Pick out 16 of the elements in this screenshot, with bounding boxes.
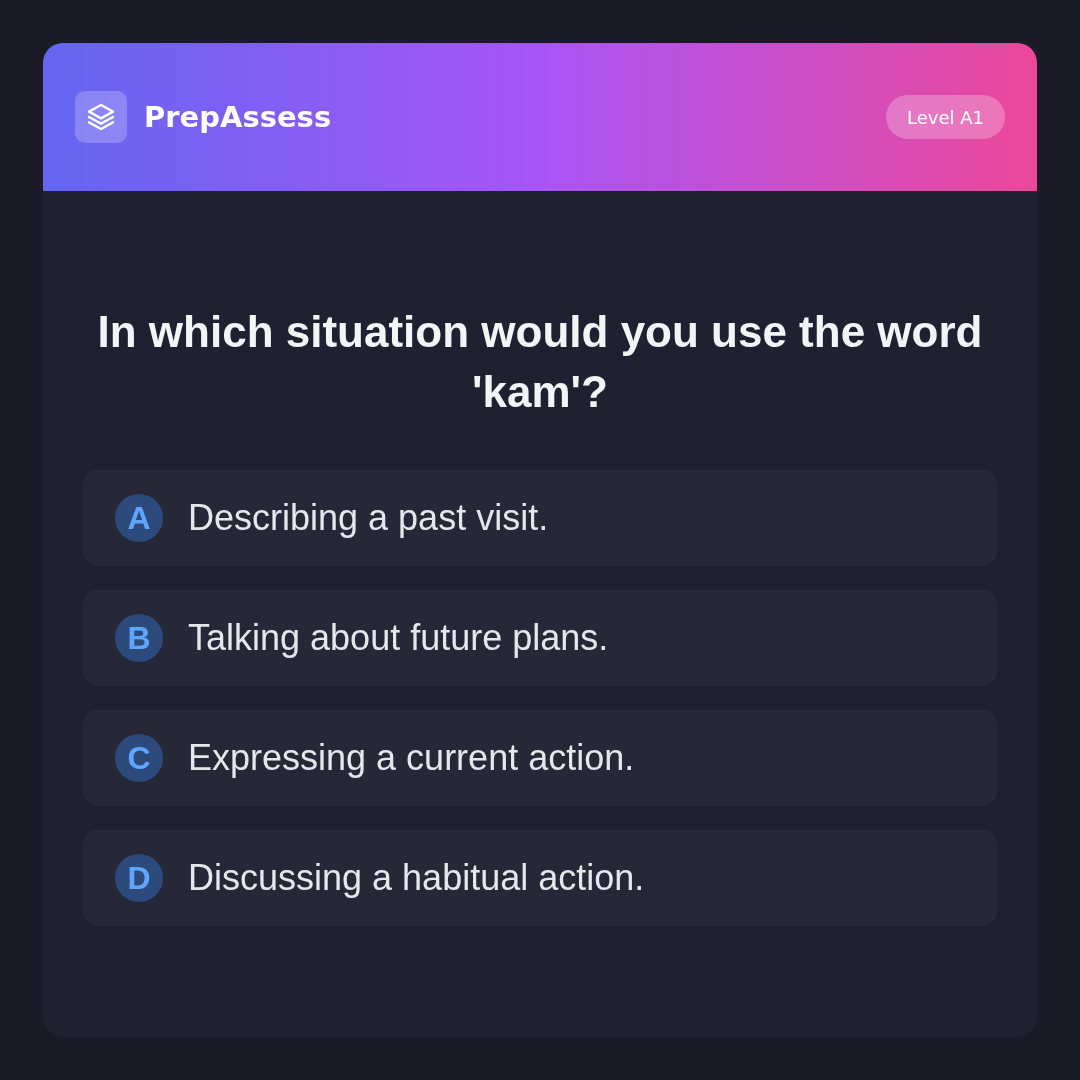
layers-logo-icon bbox=[75, 91, 127, 143]
answer-option[interactable]: C Expressing a current action. bbox=[83, 710, 997, 806]
option-letter: A bbox=[115, 494, 163, 542]
option-text: Discussing a habitual action. bbox=[188, 860, 645, 896]
answer-option[interactable]: B Talking about future plans. bbox=[83, 590, 997, 686]
option-letter: D bbox=[115, 854, 163, 902]
option-text: Describing a past visit. bbox=[188, 500, 549, 536]
option-letter: C bbox=[115, 734, 163, 782]
option-text: Talking about future plans. bbox=[188, 620, 609, 656]
level-badge: Level A1 bbox=[886, 95, 1005, 139]
question-text: In which situation would you use the word 'kam'? bbox=[96, 306, 984, 418]
brand-name: PrepAssess bbox=[144, 102, 332, 132]
option-text: Expressing a current action. bbox=[188, 740, 635, 776]
option-letter: B bbox=[115, 614, 163, 662]
answer-option[interactable]: D Discussing a habitual action. bbox=[83, 830, 997, 926]
answer-option[interactable]: A Describing a past visit. bbox=[83, 470, 997, 566]
